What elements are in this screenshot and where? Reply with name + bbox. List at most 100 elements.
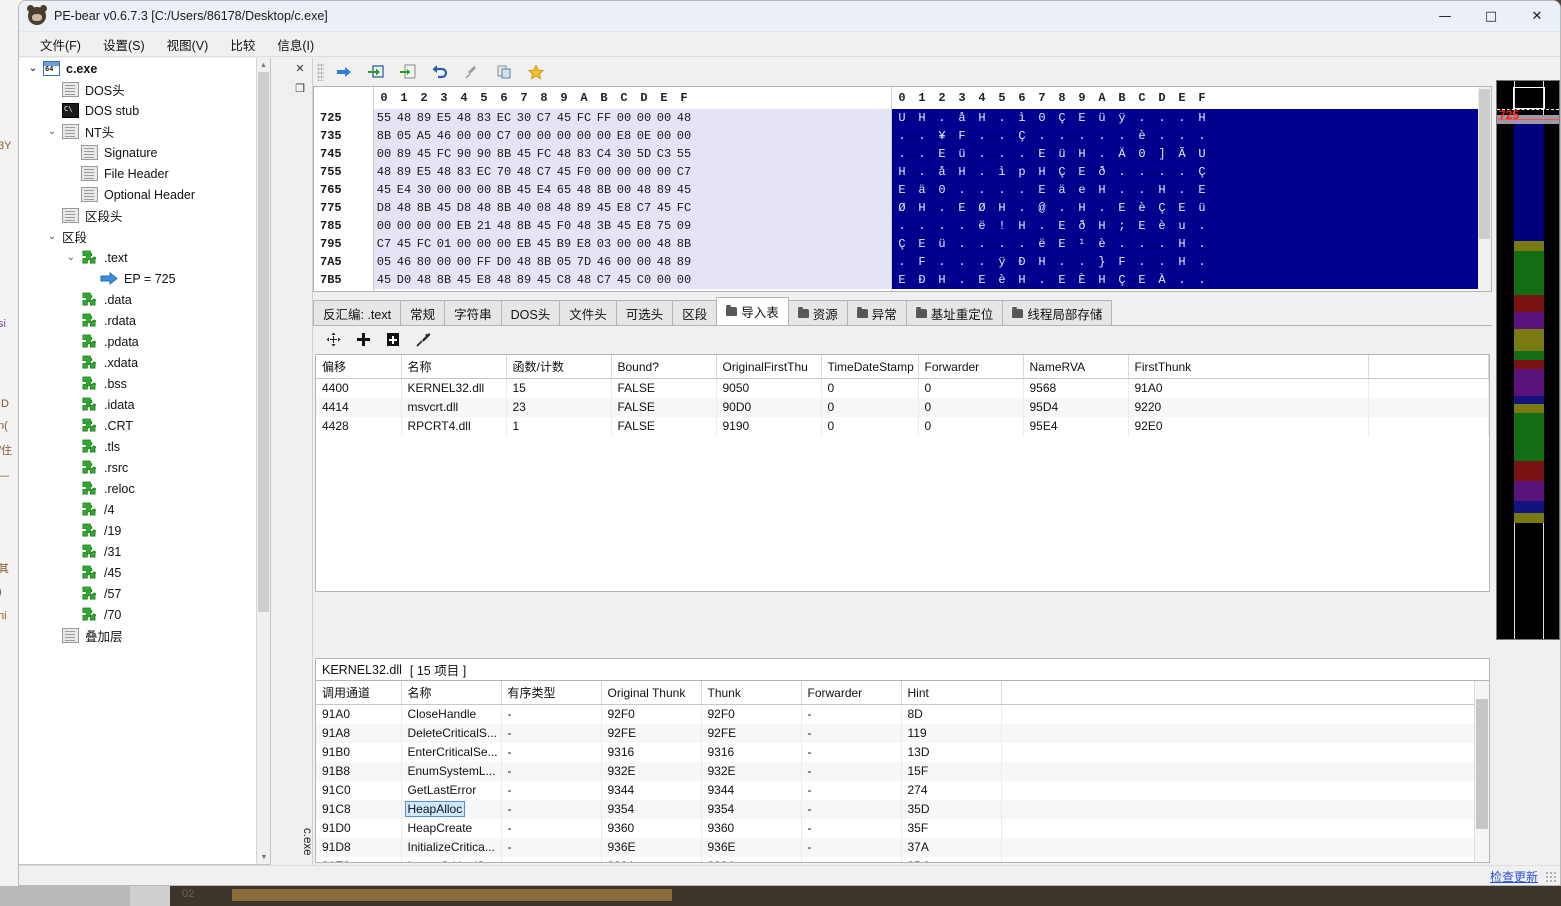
hex-byte[interactable]: E8	[574, 237, 594, 251]
section-band[interactable]	[1514, 121, 1544, 241]
hex-byte[interactable]: 89	[414, 111, 434, 125]
hex-byte[interactable]: 48	[494, 219, 514, 233]
hex-byte[interactable]: 48	[494, 273, 514, 287]
hex-ascii-char[interactable]: E	[1112, 201, 1132, 215]
table-cell[interactable]: 274	[901, 780, 1002, 800]
hex-byte[interactable]: 89	[394, 165, 414, 179]
table-cell[interactable]: -	[801, 837, 902, 857]
table-cell[interactable]: -	[801, 723, 902, 743]
hex-ascii-char[interactable]: .	[1132, 111, 1152, 125]
hex-ascii-char[interactable]: .	[912, 165, 932, 179]
hex-byte[interactable]: 00	[634, 111, 654, 125]
hex-ascii-char[interactable]: E	[892, 183, 912, 197]
hex-byte[interactable]: 00	[554, 129, 574, 143]
hex-ascii-char[interactable]: H	[1172, 255, 1192, 269]
hex-byte[interactable]: 8B	[674, 237, 694, 251]
section-band[interactable]	[1514, 513, 1544, 523]
hex-ascii-char[interactable]: Ç	[892, 237, 912, 251]
hex-byte[interactable]: 55	[374, 111, 394, 125]
hex-ascii-row[interactable]: EÐH.EèH.EÈHÇEÀ..	[892, 271, 1491, 289]
hex-ascii-char[interactable]: E	[952, 201, 972, 215]
hex-byte[interactable]: 45	[514, 183, 534, 197]
hex-byte[interactable]: 00	[474, 183, 494, 197]
doc-close-button[interactable]: ✕	[287, 58, 313, 78]
table-cell[interactable]: 0	[918, 416, 1024, 436]
hex-byte[interactable]: 89	[394, 147, 414, 161]
hex-ascii-char[interactable]: .	[1152, 129, 1172, 143]
table-cell[interactable]	[1368, 378, 1489, 398]
table-cell[interactable]: FALSE	[611, 378, 717, 398]
move-icon[interactable]	[323, 329, 343, 349]
hex-ascii-char[interactable]: H	[1072, 201, 1092, 215]
hex-ascii-char[interactable]: .	[1072, 255, 1092, 269]
tree-item-45[interactable]: · /45	[19, 562, 256, 583]
hex-byte[interactable]: 00	[454, 129, 474, 143]
save-icon[interactable]	[383, 329, 403, 349]
table-cell[interactable]: EnumSystemL...	[401, 761, 502, 781]
table-cell[interactable]: 91A0	[316, 704, 402, 724]
hex-byte[interactable]: 8B	[494, 201, 514, 215]
hex-ascii-char[interactable]: ð	[1092, 165, 1112, 179]
hex-byte[interactable]: 08	[534, 201, 554, 215]
hex-ascii-char[interactable]: !	[992, 219, 1012, 233]
hex-byte[interactable]: 30	[414, 183, 434, 197]
table-cell[interactable]: 9190	[716, 416, 822, 436]
hex-byte-row[interactable]: 8B 05 A5 46 00 00 C7 00 00 00 00 00 E8 0E 00 00	[374, 127, 891, 145]
table-cell[interactable]: RPCRT4.dll	[401, 416, 507, 436]
table-cell[interactable]: 92F0	[701, 704, 802, 724]
table-row[interactable]: 91B0 EnterCriticalSe... -9316 9316-13D	[316, 742, 1474, 762]
tab-[interactable]: 区段	[672, 300, 718, 325]
table-cell[interactable]: 91A8	[316, 723, 402, 743]
hex-ascii-char[interactable]: .	[1132, 183, 1152, 197]
hex-byte[interactable]: 45	[514, 147, 534, 161]
hex-byte[interactable]: EC	[494, 111, 514, 125]
hex-byte[interactable]: 00	[614, 237, 634, 251]
hex-ascii-char[interactable]: .	[1192, 129, 1212, 143]
table-cell[interactable]	[1001, 761, 1474, 781]
hex-ascii-char[interactable]: Ç	[1112, 273, 1132, 287]
hex-byte[interactable]: 48	[434, 165, 454, 179]
hex-ascii-char[interactable]: H	[1012, 273, 1032, 287]
toolbar-grip[interactable]	[317, 63, 324, 81]
hex-byte[interactable]: C8	[554, 273, 574, 287]
tree-item-nt[interactable]: ⌄ NT头	[19, 121, 256, 142]
hex-byte[interactable]: 48	[394, 111, 414, 125]
hex-ascii-char[interactable]: .	[1112, 129, 1132, 143]
table-cell[interactable]	[1001, 837, 1474, 857]
column-header[interactable]: 函数/计数	[506, 355, 612, 379]
close-button[interactable]: ✕	[1514, 1, 1560, 32]
hex-ascii-char[interactable]: Ø	[972, 201, 992, 215]
table-cell[interactable]: 37A	[901, 837, 1002, 857]
hex-byte[interactable]: 00	[594, 165, 614, 179]
hex-ascii-char[interactable]: Ç	[1052, 111, 1072, 125]
hex-byte[interactable]: 00	[474, 237, 494, 251]
table-row[interactable]: 91A0 CloseHandle -92F0 92F0-8D	[316, 704, 1474, 724]
hex-byte[interactable]: 00	[514, 129, 534, 143]
hex-byte[interactable]: C7	[634, 201, 654, 215]
hex-ascii-char[interactable]: ü	[952, 147, 972, 161]
hex-ascii-char[interactable]: ë	[1032, 237, 1052, 251]
hex-ascii-char[interactable]: E	[1132, 219, 1152, 233]
hex-byte[interactable]: B9	[554, 237, 574, 251]
table-cell[interactable]: -	[501, 742, 602, 762]
scroll-up-icon[interactable]: ▲	[257, 58, 270, 72]
hex-ascii-char[interactable]: E	[972, 273, 992, 287]
section-band[interactable]	[1514, 404, 1544, 413]
hex-ascii-char[interactable]: H	[1172, 237, 1192, 251]
tree-item-rdata[interactable]: · .rdata	[19, 310, 256, 331]
hex-byte[interactable]: 00	[654, 165, 674, 179]
column-header[interactable]: FirstThunk	[1128, 355, 1369, 379]
hex-ascii-char[interactable]: .	[972, 129, 992, 143]
table-cell[interactable]: 92FE	[701, 723, 802, 743]
hex-byte[interactable]: E8	[614, 201, 634, 215]
tree-vertical-scrollbar[interactable]: ▲ ▼	[256, 58, 270, 864]
tree-item-cexe[interactable]: ⌄ c.exe	[19, 58, 256, 79]
table-row[interactable]: 4400 KERNEL32.dll 15 FALSE 9050 0 0 9568 91A0	[316, 378, 1489, 398]
scroll-down-icon[interactable]: ▼	[257, 850, 270, 864]
menu-item-compare[interactable]: 比较	[219, 32, 266, 57]
section-color-map[interactable]: 725	[1496, 80, 1560, 640]
table-cell[interactable]: -	[501, 856, 602, 862]
table-cell[interactable]: 9354	[701, 799, 802, 819]
hex-byte[interactable]: E8	[474, 273, 494, 287]
tree-item-dos[interactable]: · DOS头	[19, 79, 256, 100]
